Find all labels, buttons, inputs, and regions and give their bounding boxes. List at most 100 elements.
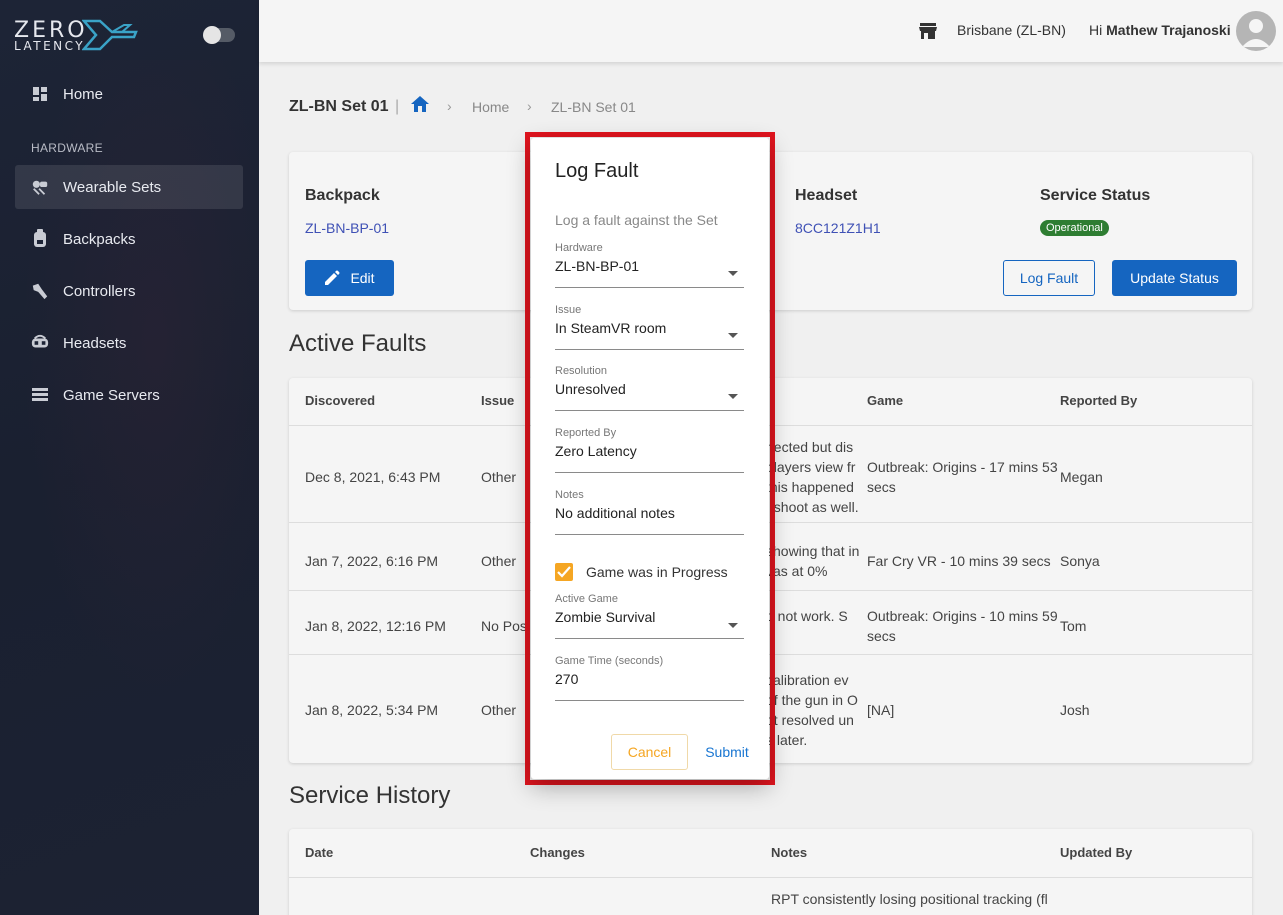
field-underline [555,349,744,350]
status-badge: Operational [1040,220,1109,236]
cell-game-line: secs [867,628,896,644]
sidebar: ZERO LATENCY Home HARDWARE Wearable Sets… [0,0,259,915]
edit-button[interactable]: Edit [305,260,394,296]
sidebar-item-controllers[interactable]: Controllers [15,269,243,313]
hardware-select[interactable]: Hardware ZL-BN-BP-01 [555,242,744,288]
column-header-discovered[interactable]: Discovered [305,393,375,408]
breadcrumb-separator: | [395,98,400,115]
chevron-down-icon [728,333,738,338]
cell-reported-by: Josh [1060,702,1090,718]
sidebar-item-label: Home [63,85,104,103]
game-in-progress-checkbox[interactable] [555,563,573,581]
cell-notes-line: this happened [766,479,854,495]
sidebar-item-headsets[interactable]: Headsets [15,321,243,365]
notes-label: Notes [555,489,584,501]
chevron-down-icon [728,623,738,628]
column-header-game[interactable]: Game [867,393,903,408]
cell-issue: Other [481,469,517,485]
notes-field[interactable]: Notes No additional notes [555,489,744,535]
cell-notes: d not work. S [766,608,848,624]
cell-discovered: Jan 7, 2022, 6:16 PM [305,553,439,569]
cell-issue: Other [481,553,517,569]
user-name: Mathew Trajanoski [1106,22,1231,38]
active-game-select[interactable]: Active Game Zombie Survival [555,593,744,639]
cell-game: Far Cry VR - 10 mins 39 secs [867,553,1051,569]
logo-text-latency: LATENCY [14,39,86,53]
cell-game-line: secs [867,479,896,495]
cell-discovered: Dec 8, 2021, 6:43 PM [305,469,441,485]
sidebar-item-game-servers[interactable]: Game Servers [15,373,243,417]
issue-label: Issue [555,304,582,316]
controller-icon [31,282,49,300]
dialog-subtitle: Log a fault against the Set [555,212,718,228]
header-divider [289,877,1252,878]
cell-notes-line: ot resolved un [766,712,854,728]
column-header-issue[interactable]: Issue [481,393,514,408]
cell-notes: RPT consistently losing positional track… [771,891,1048,907]
service-status-label: Service Status [1040,187,1151,204]
service-history-table: Date Changes Notes Updated By RPT consis… [289,829,1252,915]
sidebar-item-label: Backpacks [63,230,136,248]
sidebar-item-label: Game Servers [63,386,160,404]
backpack-icon [31,229,49,248]
sidebar-item-backpacks[interactable]: Backpacks [15,217,243,261]
column-header-notes[interactable]: Notes [771,845,807,860]
account-icon [1242,19,1270,47]
notes-value: No additional notes [555,505,675,521]
greeting-text: Hi [1089,22,1103,38]
column-header-reported-by[interactable]: Reported By [1060,393,1137,408]
cancel-button[interactable]: Cancel [611,734,688,770]
check-icon [557,566,571,578]
wearable-sets-icon [31,178,49,196]
issue-select[interactable]: Issue In SteamVR room [555,304,744,350]
column-header-changes[interactable]: Changes [530,845,585,860]
column-header-date[interactable]: Date [305,845,333,860]
headset-link[interactable]: 8CC121Z1H1 [795,220,881,236]
field-underline [555,287,744,288]
cell-notes-line: s later. [766,732,808,748]
cell-issue: No Pos [481,618,527,634]
cell-issue: Other [481,702,517,718]
active-game-value: Zombie Survival [555,609,656,625]
backpack-link[interactable]: ZL-BN-BP-01 [305,220,389,236]
submit-button[interactable]: Submit [697,734,757,770]
avatar[interactable] [1236,11,1276,51]
cell-notes-line: showing that in [766,543,860,559]
update-status-button[interactable]: Update Status [1112,260,1237,296]
home-icon[interactable] [410,95,430,118]
cell-discovered: Jan 8, 2022, 5:34 PM [305,702,439,718]
cell-notes-line: calibration ev [766,672,849,688]
cell-notes-line: . shoot as well. [766,499,859,515]
cell-notes-line: vas at 0% [766,563,828,579]
edit-button-label: Edit [350,270,375,286]
sidebar-item-home[interactable]: Home [15,72,243,116]
cell-reported-by: Sonya [1060,553,1100,569]
log-fault-button[interactable]: Log Fault [1003,260,1095,296]
game-time-field[interactable]: Game Time (seconds) 270 [555,655,744,701]
chevron-down-icon [728,394,738,399]
logo-plane-icon [82,19,138,51]
column-header-updated-by[interactable]: Updated By [1060,845,1132,860]
sidebar-section-hardware: HARDWARE [31,141,103,155]
zero-latency-logo[interactable]: ZERO LATENCY [14,18,139,54]
cell-notes-line: players view fr [766,459,856,475]
resolution-select[interactable]: Resolution Unresolved [555,365,744,411]
sidebar-item-label: Headsets [63,334,127,352]
cell-game: Outbreak: Origins - 17 mins 53 secs [867,457,1058,497]
cell-notes-line: nected but dis [766,439,854,455]
cell-notes: nected but dis players view fr this happ… [766,437,859,517]
store-icon [919,22,937,45]
reported-by-field[interactable]: Reported By Zero Latency [555,427,744,473]
service-history-title: Service History [289,782,451,809]
headset-icon [31,334,49,352]
cell-reported-by: Megan [1060,469,1103,485]
sidebar-item-wearable-sets[interactable]: Wearable Sets [15,165,243,209]
cell-notes: showing that in vas at 0% [766,541,859,581]
location-label[interactable]: Brisbane (ZL-BN) [957,22,1066,38]
cell-notes-line: of the gun in O [766,692,858,708]
field-underline [555,700,744,701]
theme-toggle[interactable] [203,26,235,44]
game-time-label: Game Time (seconds) [555,655,664,667]
game-in-progress-label[interactable]: Game was in Progress [586,564,728,580]
breadcrumb-home[interactable]: Home [472,99,509,115]
